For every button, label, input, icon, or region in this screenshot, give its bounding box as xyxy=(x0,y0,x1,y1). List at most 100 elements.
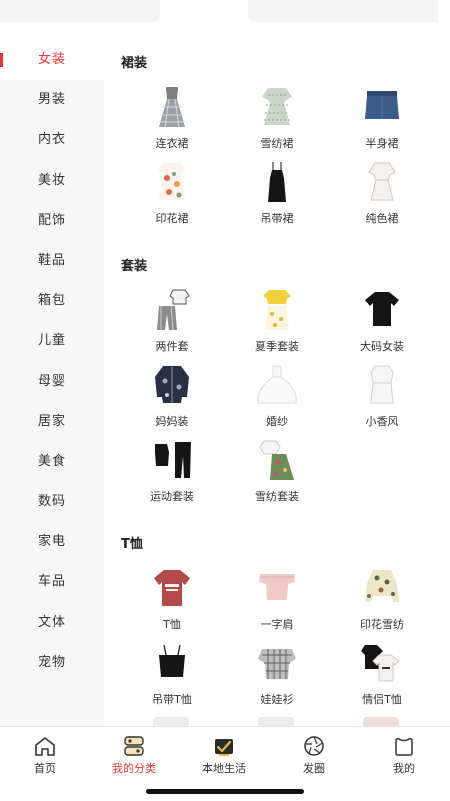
floral-blouse-icon xyxy=(359,566,405,610)
sidebar-item-sports[interactable]: 文体 xyxy=(0,603,104,643)
nav-moments[interactable]: 发圈 xyxy=(269,735,359,776)
gingham-top-icon xyxy=(254,641,300,685)
category-item-label: 运动套装 xyxy=(150,490,194,503)
profile-icon xyxy=(391,735,417,757)
nav-profile-label: 我的 xyxy=(393,762,415,775)
aperture-icon xyxy=(301,735,327,757)
off-shoulder-icon xyxy=(254,566,300,610)
category-item-label: 两件套 xyxy=(155,340,189,353)
category-item-label: 大码女装 xyxy=(360,340,404,353)
couple-tees-icon xyxy=(359,641,405,685)
category-item-slip-dress[interactable]: 吊带裙 xyxy=(223,160,331,232)
sidebar-item-digital[interactable]: 数码 xyxy=(0,482,104,522)
category-sidebar: 女装 男装 内衣 美妆 配饰 鞋品 箱包 儿童 母婴 居家 美食 数码 家电 车… xyxy=(0,40,104,726)
category-item-label: 雪纺套装 xyxy=(255,490,299,503)
camisole-icon xyxy=(149,641,195,685)
category-item-wedding-dress[interactable]: 婚纱 xyxy=(223,363,331,435)
category-item-chiffon-set[interactable]: 雪纺套装 xyxy=(223,438,331,510)
top-status-area xyxy=(0,0,450,40)
category-item-label: 印花雪纺 xyxy=(360,618,404,631)
category-item-cami-tee[interactable]: 吊带T恤 xyxy=(118,641,226,713)
category-item-label: 吊带T恤 xyxy=(152,693,192,706)
nav-local-life[interactable]: 本地生活 xyxy=(179,735,269,776)
category-icon xyxy=(121,735,147,757)
nav-moments-label: 发圈 xyxy=(303,762,325,775)
white-dress-icon xyxy=(359,160,405,204)
category-item-label: 小香风 xyxy=(365,415,399,428)
home-icon xyxy=(32,735,58,757)
category-item-couple-tee[interactable]: 情侣T恤 xyxy=(328,641,436,713)
category-item-dress[interactable]: 连衣裙 xyxy=(118,85,226,157)
category-item-two-piece[interactable]: 两件套 xyxy=(118,288,226,360)
sidebar-item-appliances[interactable]: 家电 xyxy=(0,522,104,562)
category-item-label: 情侣T恤 xyxy=(362,693,402,706)
mom-jacket-icon xyxy=(149,363,195,407)
category-item-mom-wear[interactable]: 妈妈装 xyxy=(118,363,226,435)
sidebar-item-baby[interactable]: 母婴 xyxy=(0,362,104,402)
sidebar-item-accessories[interactable]: 配饰 xyxy=(0,201,104,241)
category-item-doll-shirt[interactable]: 娃娃衫 xyxy=(223,641,331,713)
sidebar-item-women[interactable]: 女装 xyxy=(0,40,104,81)
summer-set-icon xyxy=(254,288,300,332)
red-tshirt-icon xyxy=(149,566,195,610)
white-suit-icon xyxy=(359,363,405,407)
section-title-sets: 套装 xyxy=(121,259,148,274)
sidebar-item-pets[interactable]: 宠物 xyxy=(0,643,104,683)
sidebar-item-bags[interactable]: 箱包 xyxy=(0,281,104,321)
category-item-label: 夏季套装 xyxy=(255,340,299,353)
local-life-icon xyxy=(211,735,237,757)
category-item-label: 婚纱 xyxy=(266,415,288,428)
next-row-thumb-partial xyxy=(363,717,399,726)
category-item-label: 娃娃衫 xyxy=(260,693,294,706)
two-piece-icon xyxy=(149,288,195,332)
section-title-dresses: 裙装 xyxy=(121,56,148,71)
category-item-floral-chiffon[interactable]: 印花雪纺 xyxy=(328,566,436,638)
home-indicator-bar xyxy=(146,789,304,794)
sport-set-icon xyxy=(149,438,195,482)
category-item-label: T恤 xyxy=(163,618,181,631)
category-item-label: 妈妈装 xyxy=(155,415,189,428)
chiffon-dress-icon xyxy=(254,85,300,129)
category-item-label: 吊带裙 xyxy=(260,212,294,225)
sidebar-item-home[interactable]: 居家 xyxy=(0,402,104,442)
category-item-label: 半身裙 xyxy=(365,137,399,150)
next-row-thumb-partial xyxy=(153,717,189,726)
slip-dress-icon xyxy=(254,160,300,204)
nav-category[interactable]: 我的分类 xyxy=(89,735,179,776)
category-item-print-dress[interactable]: 印花裙 xyxy=(118,160,226,232)
nav-profile[interactable]: 我的 xyxy=(359,735,449,776)
next-row-thumb-partial xyxy=(258,717,294,726)
sidebar-item-car[interactable]: 车品 xyxy=(0,562,104,602)
denim-skirt-icon xyxy=(359,85,405,129)
plaid-dress-icon xyxy=(149,85,195,129)
category-item-label: 一字肩 xyxy=(260,618,294,631)
category-item-chanel-style[interactable]: 小香风 xyxy=(328,363,436,435)
black-tee-icon xyxy=(359,288,405,332)
category-item-plus-size[interactable]: 大码女装 xyxy=(328,288,436,360)
status-left-blank xyxy=(0,0,160,22)
category-item-summer-set[interactable]: 夏季套装 xyxy=(223,288,331,360)
sidebar-item-food[interactable]: 美食 xyxy=(0,442,104,482)
sidebar-item-beauty[interactable]: 美妆 xyxy=(0,161,104,201)
category-item-label: 纯色裙 xyxy=(365,212,399,225)
category-item-sport-set[interactable]: 运动套装 xyxy=(118,438,226,510)
category-item-skirt[interactable]: 半身裙 xyxy=(328,85,436,157)
sidebar-item-shoes[interactable]: 鞋品 xyxy=(0,241,104,281)
sidebar-item-kids[interactable]: 儿童 xyxy=(0,321,104,361)
nav-category-label: 我的分类 xyxy=(112,762,156,775)
wedding-dress-icon xyxy=(254,363,300,407)
chiffon-set-icon xyxy=(254,438,300,482)
nav-home[interactable]: 首页 xyxy=(0,735,90,776)
category-item-off-shoulder[interactable]: 一字肩 xyxy=(223,566,331,638)
section-title-tshirts: T恤 xyxy=(121,537,143,552)
category-item-label: 雪纺裙 xyxy=(260,137,294,150)
category-item-chiffon-dress[interactable]: 雪纺裙 xyxy=(223,85,331,157)
sidebar-item-men[interactable]: 男装 xyxy=(0,80,104,120)
category-item-tshirt[interactable]: T恤 xyxy=(118,566,226,638)
status-right-blank xyxy=(248,0,438,22)
category-content: 裙装 连衣裙 雪纺裙 半身裙 印花裙 吊带裙 纯色裙 套装 两件套 夏季套装 大… xyxy=(104,40,450,726)
category-item-solid-dress[interactable]: 纯色裙 xyxy=(328,160,436,232)
nav-local-life-label: 本地生活 xyxy=(202,762,246,775)
sidebar-item-underwear[interactable]: 内衣 xyxy=(0,120,104,160)
floral-dress-icon xyxy=(149,160,195,204)
